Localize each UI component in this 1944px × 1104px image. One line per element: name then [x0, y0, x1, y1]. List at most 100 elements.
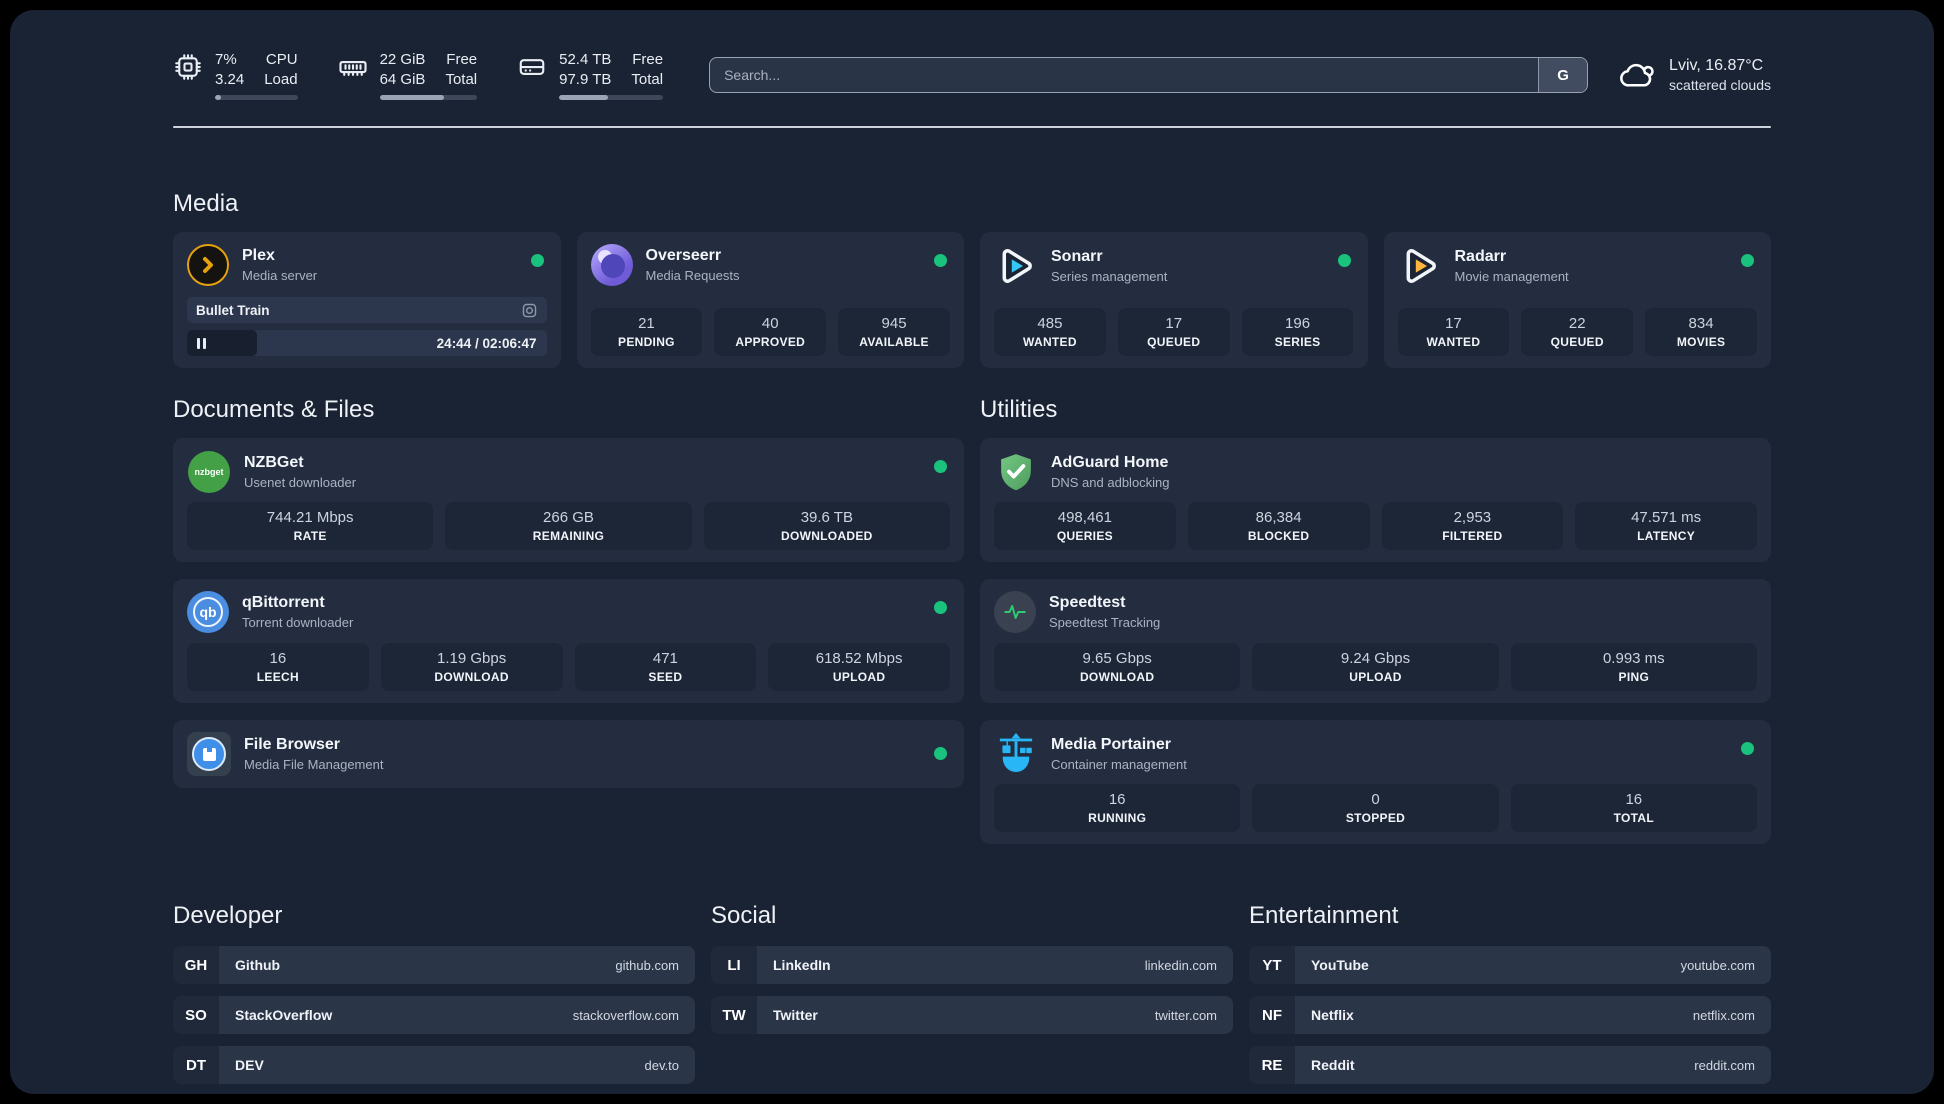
app-card-speedtest[interactable]: Speedtest Speedtest Tracking 9.65 Gbps D…: [980, 579, 1771, 703]
weather-widget: Lviv, 16.87°C scattered clouds: [1618, 55, 1771, 95]
app-title: Speedtest: [1049, 594, 1126, 612]
stat-rate: 744.21 Mbps RATE: [187, 502, 434, 550]
stat-ping: 0.993 ms PING: [1510, 643, 1757, 691]
bookmark-abbr: RE: [1249, 1046, 1295, 1084]
stat-label: QUERIES: [1056, 529, 1113, 543]
bookmark-reddit[interactable]: RE Reddit reddit.com: [1249, 1046, 1771, 1084]
bookmark-name: StackOverflow: [235, 1007, 333, 1023]
stat-label: DOWNLOAD: [1079, 670, 1155, 684]
app-card-sonarr[interactable]: Sonarr Series management 485 WANTED 17 Q…: [980, 232, 1368, 368]
bookmark-github[interactable]: GH Github github.com: [173, 946, 695, 984]
app-card-filebrowser[interactable]: File Browser Media File Management: [173, 720, 964, 788]
memory-labels: Free Total: [445, 50, 477, 90]
app-subtitle: Usenet downloader: [244, 475, 357, 491]
stat-label: FILTERED: [1442, 529, 1503, 543]
bookmark-pill: Netflix netflix.com: [1295, 996, 1771, 1034]
stat-label: LATENCY: [1637, 529, 1696, 543]
adguard-titles: AdGuard Home DNS and adblocking: [1051, 453, 1170, 491]
bookmark-url: netflix.com: [1692, 1007, 1755, 1023]
nzbget-header: nzbget NZBGet Usenet downloader: [187, 450, 950, 494]
stat-label: STOPPED: [1345, 811, 1406, 825]
bookmark-url: linkedin.com: [1144, 957, 1217, 973]
qbittorrent-header: qb qBittorrent Torrent downloader: [187, 591, 950, 633]
app-card-radarr[interactable]: Radarr Movie management 17 WANTED 22 QUE…: [1383, 232, 1771, 368]
bookmark-youtube[interactable]: YT YouTube youtube.com: [1249, 946, 1771, 984]
app-title: Radarr: [1454, 248, 1507, 266]
speedtest-stats: 9.65 Gbps DOWNLOAD 9.24 Gbps UPLOAD 0.99…: [994, 643, 1757, 691]
filebrowser-header: File Browser Media File Management: [187, 732, 950, 776]
session-info-icon[interactable]: [521, 302, 538, 319]
search-bar[interactable]: G: [709, 57, 1589, 93]
stat-available: 945 AVAILABLE: [838, 308, 950, 356]
radarr-header: Radarr Movie management: [1398, 244, 1758, 288]
app-card-portainer[interactable]: Media Portainer Container management 16 …: [980, 720, 1771, 844]
bookmark-abbr: TW: [711, 996, 757, 1034]
plex-progress-row: 24:44 / 02:06:47: [187, 330, 547, 356]
stat-value: 1.19 Gbps: [437, 650, 507, 667]
stat-label: RUNNING: [1088, 811, 1147, 825]
adguard-header: AdGuard Home DNS and adblocking: [994, 450, 1757, 494]
stat-label: SERIES: [1274, 335, 1321, 349]
app-title: Plex: [242, 247, 275, 265]
memory-stat-values: 22 GiB 64 GiB Free Total: [379, 50, 478, 100]
weather-location-temp: Lviv, 16.87°C: [1669, 56, 1764, 74]
pause-icon: [197, 337, 206, 349]
bookmark-pill: Github github.com: [219, 946, 695, 984]
radarr-titles: Radarr Movie management: [1455, 247, 1569, 285]
stat-stopped: 0 STOPPED: [1252, 784, 1499, 832]
plex-header: Plex Media server: [187, 244, 547, 286]
cpu-load-label: Load: [264, 71, 298, 88]
bookmark-abbr: YT: [1249, 946, 1295, 984]
section-title-utilities: Utilities: [980, 396, 1058, 423]
search-engine-button[interactable]: G: [1538, 58, 1588, 92]
app-subtitle: Speedtest Tracking: [1049, 615, 1161, 631]
bookmark-name: LinkedIn: [773, 957, 831, 973]
app-card-nzbget[interactable]: nzbget NZBGet Usenet downloader 744.21 M…: [173, 438, 964, 562]
sonarr-icon: [994, 244, 1038, 288]
stat-value: 2,953: [1453, 509, 1492, 526]
memory-total-value: 64 GiB: [379, 71, 426, 88]
weather-condition: scattered clouds: [1669, 77, 1771, 94]
stat-upload: 618.52 Mbps UPLOAD: [768, 643, 950, 691]
stat-download: 9.65 Gbps DOWNLOAD: [994, 643, 1241, 691]
disk-total-value: 97.9 TB: [559, 71, 612, 88]
stat-value: 945: [881, 315, 907, 332]
memory-progress-fill: [379, 94, 444, 100]
disk-values: 52.4 TB 97.9 TB: [559, 50, 611, 90]
overseerr-icon: [590, 244, 633, 286]
stat-value: 86,384: [1255, 509, 1302, 526]
stat-label: TOTAL: [1613, 811, 1655, 825]
stat-value: 21: [638, 315, 655, 332]
nzbget-icon: nzbget: [188, 451, 230, 493]
radarr-stats: 17 WANTED 22 QUEUED 834 MOVIES: [1397, 308, 1758, 356]
bookmark-pill: Twitter twitter.com: [757, 996, 1233, 1034]
app-card-qbittorrent[interactable]: qb qBittorrent Torrent downloader 16 LEE…: [173, 579, 964, 703]
stat-queries: 498,461 QUERIES: [994, 502, 1176, 550]
utilities-column: Utilities AdGuard Home DNS and adblockin…: [980, 396, 1771, 844]
app-title: NZBGet: [244, 454, 304, 472]
overseerr-header: Overseerr Media Requests: [590, 244, 951, 286]
stat-remaining: 266 GB REMAINING: [445, 502, 692, 550]
portainer-titles: Media Portainer Container management: [1051, 735, 1187, 773]
bookmark-linkedin[interactable]: LI LinkedIn linkedin.com: [711, 946, 1233, 984]
plex-icon: [187, 244, 229, 286]
stat-label: DOWNLOAD: [434, 670, 509, 684]
stat-label: UPLOAD: [832, 670, 886, 684]
floppy-disk-icon: [202, 747, 216, 761]
stat-label: DOWNLOADED: [780, 529, 873, 543]
stat-label: QUEUED: [1147, 335, 1201, 349]
bookmark-url: twitter.com: [1154, 1007, 1217, 1023]
status-dot: [530, 254, 544, 267]
bookmark-name: YouTube: [1311, 957, 1369, 973]
bookmark-stackoverflow[interactable]: SO StackOverflow stackoverflow.com: [173, 996, 695, 1034]
app-card-overseerr[interactable]: Overseerr Media Requests 21 PENDING 40 A…: [576, 232, 964, 368]
bookmark-pill: LinkedIn linkedin.com: [757, 946, 1233, 984]
app-card-plex[interactable]: Plex Media server Bullet Train 24:44 / 0…: [173, 232, 561, 368]
search-input[interactable]: [710, 58, 1539, 92]
app-card-adguard[interactable]: AdGuard Home DNS and adblocking 498,461 …: [980, 438, 1771, 562]
weather-text: Lviv, 16.87°C scattered clouds: [1669, 55, 1771, 95]
bookmark-netflix[interactable]: NF Netflix netflix.com: [1249, 996, 1771, 1034]
bookmark-twitter[interactable]: TW Twitter twitter.com: [711, 996, 1233, 1034]
bookmark-dev[interactable]: DT DEV dev.to: [173, 1046, 695, 1084]
bookmark-url: reddit.com: [1694, 1057, 1755, 1073]
